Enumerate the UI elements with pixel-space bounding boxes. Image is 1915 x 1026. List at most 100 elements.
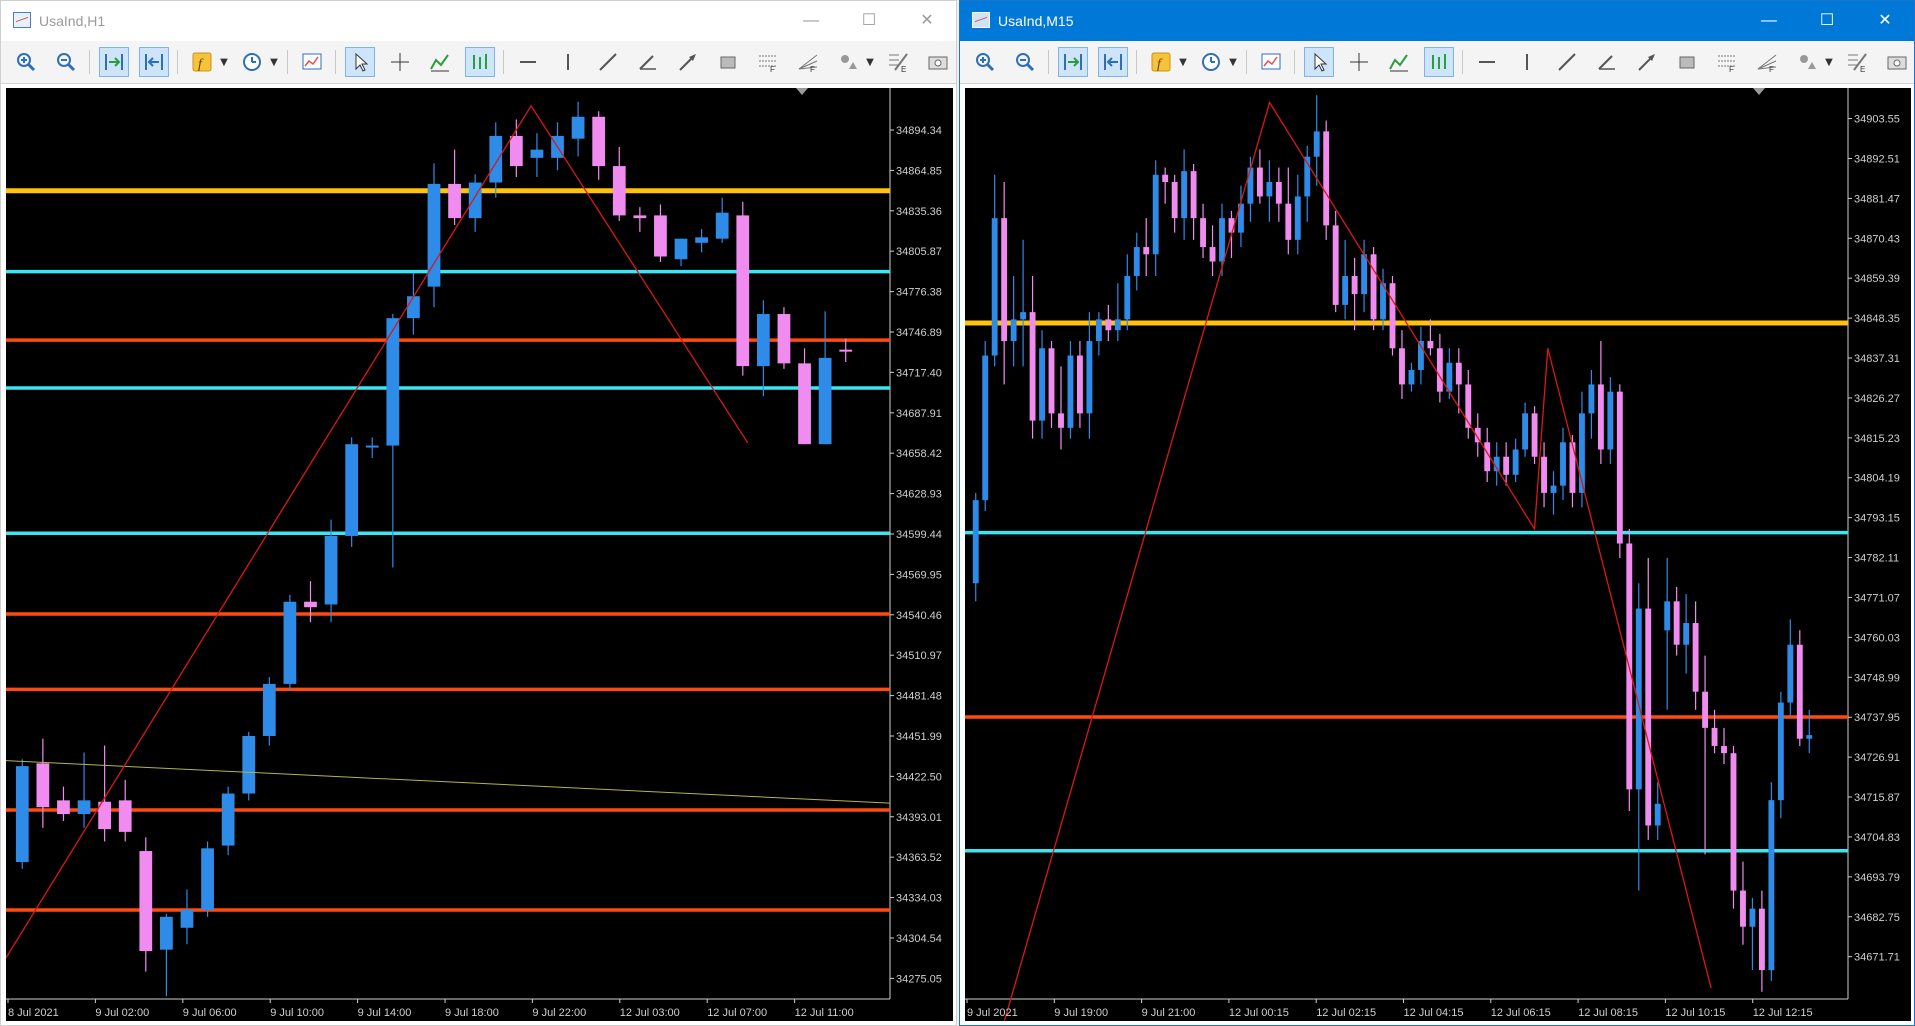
vertical-line-icon[interactable] xyxy=(553,47,583,77)
chart-shift-icon[interactable] xyxy=(139,47,169,77)
chevron-down-icon[interactable]: ▼ xyxy=(267,47,281,77)
zigzag-line xyxy=(1003,100,1712,1021)
trendline-icon[interactable] xyxy=(593,47,623,77)
candle-body xyxy=(304,601,317,608)
maximize-button[interactable]: ☐ xyxy=(1798,1,1856,41)
screenshot-icon[interactable] xyxy=(923,47,953,77)
title-bar[interactable]: UsaInd,M15 — ☐ ✕ xyxy=(960,1,1914,41)
candle-body xyxy=(1806,735,1813,739)
chart-shift-marker[interactable] xyxy=(796,88,808,95)
templates-icon[interactable] xyxy=(297,47,327,77)
price-label: 34717.40 xyxy=(896,367,942,379)
auto-scroll-icon[interactable] xyxy=(99,47,129,77)
candle xyxy=(1683,594,1690,674)
chevron-down-icon[interactable]: ▼ xyxy=(1226,47,1240,77)
zoom-in-icon[interactable] xyxy=(11,47,41,77)
candle-body xyxy=(448,183,461,219)
line-chart-icon[interactable] xyxy=(425,47,455,77)
expert-icon[interactable]: E xyxy=(1842,47,1872,77)
price-label: 34870.43 xyxy=(1854,233,1900,245)
chart-shift-icon[interactable] xyxy=(1098,47,1128,77)
zoom-out-icon[interactable] xyxy=(1010,47,1040,77)
candle-body xyxy=(1787,644,1794,703)
crosshair-icon[interactable] xyxy=(385,47,415,77)
indicators-icon[interactable]: f xyxy=(187,47,217,77)
line-chart-icon[interactable] xyxy=(1384,47,1414,77)
horizontal-line-icon[interactable] xyxy=(513,47,543,77)
time-label: 9 Jul 19:00 xyxy=(1054,1007,1108,1019)
candle-body xyxy=(489,135,503,183)
price-chart-h1[interactable]: 34894.34 34864.85 34835.36 34805.87 34776.38… xyxy=(6,88,953,1021)
rectangle-icon[interactable] xyxy=(1672,47,1702,77)
bar-chart-icon[interactable] xyxy=(1424,47,1454,77)
chart-window-h1[interactable]: UsaInd,H1 — ☐ ✕ f ▼ ▼ F F ▼ E 34894.34 3… xyxy=(0,0,957,1026)
trend-line xyxy=(6,760,891,804)
minimize-button[interactable]: — xyxy=(1740,1,1798,41)
candle-body xyxy=(1285,203,1292,240)
title-bar[interactable]: UsaInd,H1 — ☐ ✕ xyxy=(1,1,956,41)
time-label: 12 Jul 10:15 xyxy=(1665,1007,1725,1019)
zoom-out-icon[interactable] xyxy=(51,47,81,77)
close-button[interactable]: ✕ xyxy=(898,1,956,41)
price-label: 34805.87 xyxy=(896,246,942,258)
maximize-button[interactable]: ☐ xyxy=(840,1,898,41)
minimize-button[interactable]: — xyxy=(782,1,840,41)
angle-line-icon[interactable] xyxy=(1592,47,1622,77)
horizontal-line-icon[interactable] xyxy=(1472,47,1502,77)
candle-body xyxy=(1361,254,1368,295)
periods-clock-icon[interactable] xyxy=(1196,47,1226,77)
chart-window-m15[interactable]: UsaInd,M15 — ☐ ✕ f ▼ ▼ F F ▼ E 34903.55 … xyxy=(959,0,1915,1026)
candle-body xyxy=(1664,601,1671,631)
cursor-icon[interactable] xyxy=(1304,47,1334,77)
candle xyxy=(98,745,112,842)
candle-body xyxy=(365,445,379,448)
time-label: 12 Jul 08:15 xyxy=(1578,1007,1638,1019)
candle xyxy=(489,122,503,198)
svg-text:E: E xyxy=(1860,65,1865,73)
chevron-down-icon[interactable]: ▼ xyxy=(1176,47,1190,77)
price-label: 34687.91 xyxy=(896,408,942,420)
fibonacci-icon[interactable]: F xyxy=(753,47,783,77)
candle xyxy=(982,341,989,511)
candle xyxy=(1768,782,1775,981)
time-label: 9 Jul 22:00 xyxy=(532,1007,586,1019)
screenshot-icon[interactable] xyxy=(1882,47,1912,77)
price-chart-m15[interactable]: 34903.55 34892.51 34881.47 34870.43 34859.39… xyxy=(965,88,1911,1021)
crosshair-icon[interactable] xyxy=(1344,47,1374,77)
price-label: 34726.91 xyxy=(1854,752,1900,764)
cursor-icon[interactable] xyxy=(345,47,375,77)
expert-icon[interactable]: E xyxy=(883,47,913,77)
shapes-icon[interactable] xyxy=(1792,47,1822,77)
vertical-line-icon[interactable] xyxy=(1512,47,1542,77)
close-button[interactable]: ✕ xyxy=(1856,1,1914,41)
candle-body xyxy=(1058,413,1064,428)
periods-clock-icon[interactable] xyxy=(237,47,267,77)
trendline-icon[interactable] xyxy=(1552,47,1582,77)
bar-chart-icon[interactable] xyxy=(465,47,495,77)
candle xyxy=(201,841,214,917)
auto-scroll-icon[interactable] xyxy=(1058,47,1088,77)
candle-body xyxy=(612,166,626,216)
candle xyxy=(991,174,998,367)
fibo-fan-icon[interactable]: F xyxy=(793,47,823,77)
arrow-line-icon[interactable] xyxy=(673,47,703,77)
chart-shift-marker[interactable] xyxy=(1753,88,1765,95)
arrow-line-icon[interactable] xyxy=(1632,47,1662,77)
candle xyxy=(1541,442,1547,508)
fibo-fan-icon[interactable]: F xyxy=(1752,47,1782,77)
chevron-down-icon[interactable]: ▼ xyxy=(1822,47,1836,77)
zoom-in-icon[interactable] xyxy=(970,47,1000,77)
chevron-down-icon[interactable]: ▼ xyxy=(217,47,231,77)
price-label: 34892.51 xyxy=(1854,153,1900,165)
fibonacci-icon[interactable]: F xyxy=(1712,47,1742,77)
shapes-icon[interactable] xyxy=(833,47,863,77)
svg-text:F: F xyxy=(770,65,775,73)
rectangle-icon[interactable] xyxy=(713,47,743,77)
indicators-icon[interactable]: f xyxy=(1146,47,1176,77)
templates-icon[interactable] xyxy=(1256,47,1286,77)
angle-line-icon[interactable] xyxy=(633,47,663,77)
candle xyxy=(1560,427,1566,501)
chevron-down-icon[interactable]: ▼ xyxy=(863,47,877,77)
candle-body xyxy=(1531,413,1538,457)
candle xyxy=(262,677,276,746)
